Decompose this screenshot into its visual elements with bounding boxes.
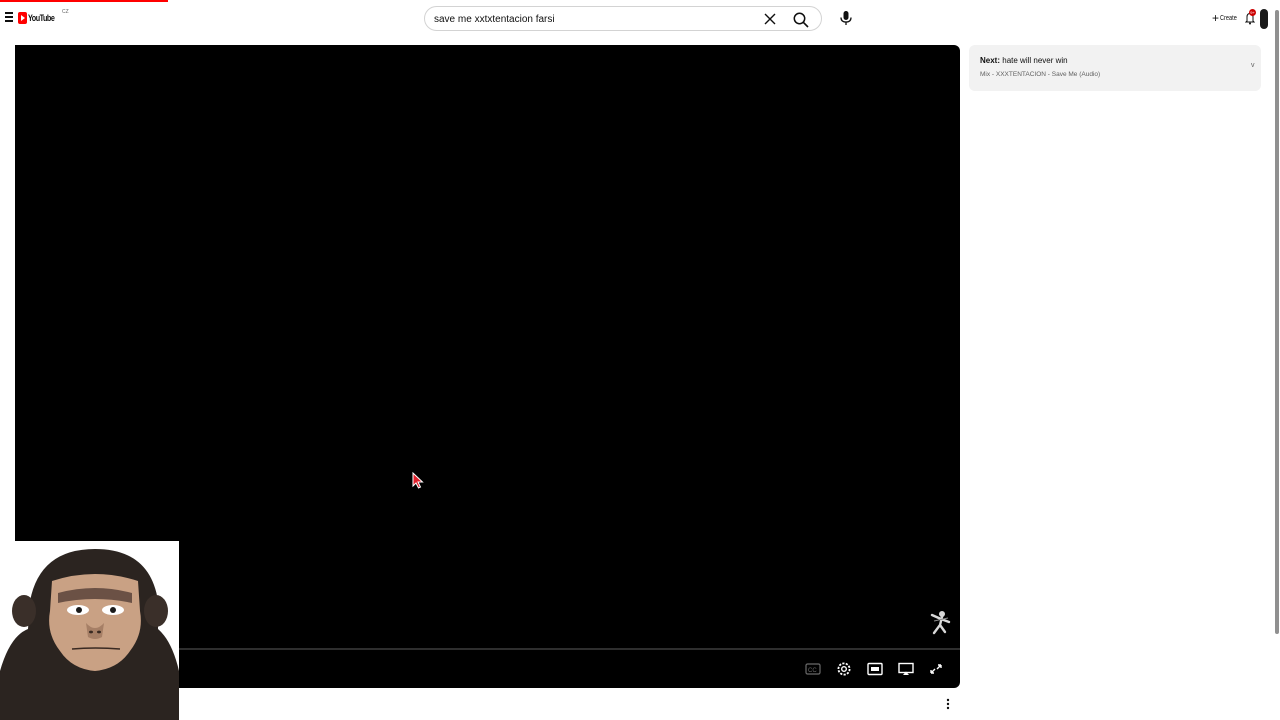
youtube-logo[interactable]: YouTube CZ xyxy=(18,9,69,25)
notification-badge: 9+ xyxy=(1249,9,1256,16)
scrollbar-thumb[interactable] xyxy=(1275,10,1279,634)
search-box[interactable] xyxy=(424,6,822,31)
masthead: YouTube CZ + Create 9+ xyxy=(0,0,1280,40)
svg-text:CC: CC xyxy=(808,668,817,674)
dancing-figure-icon xyxy=(928,609,952,635)
play-logo-icon xyxy=(18,12,27,24)
up-next-subtitle: Mix - XXXTENTACION - Save Me (Audio) xyxy=(980,71,1101,78)
up-next-title: hate will never win xyxy=(1002,56,1068,65)
create-label: Create xyxy=(1220,14,1237,22)
up-next-prefix: Next: xyxy=(980,56,1001,65)
up-next-title-line: Next: hate will never win xyxy=(980,56,1068,65)
search-input[interactable] xyxy=(434,11,754,27)
webcam-overlay xyxy=(0,541,179,720)
country-code: CZ xyxy=(62,9,69,15)
search-icon[interactable] xyxy=(792,11,810,29)
miniplayer-icon[interactable] xyxy=(866,661,884,677)
cast-icon[interactable] xyxy=(897,661,915,677)
mouse-cursor-icon xyxy=(412,471,424,489)
logo-text: YouTube xyxy=(28,13,55,23)
up-next-card[interactable]: Next: hate will never win Mix - XXXTENTA… xyxy=(969,45,1261,91)
expand-chevron-icon[interactable]: v xyxy=(1251,62,1255,69)
subtitles-icon[interactable]: CC xyxy=(804,661,822,677)
fullscreen-icon[interactable] xyxy=(927,661,945,677)
plus-icon: + xyxy=(1212,11,1220,25)
create-button[interactable]: + Create xyxy=(1212,11,1241,25)
menu-icon[interactable] xyxy=(5,12,13,24)
settings-icon[interactable] xyxy=(835,661,853,677)
microphone-icon[interactable] xyxy=(836,8,856,28)
more-options-icon[interactable] xyxy=(942,697,954,711)
clear-search-icon[interactable] xyxy=(762,11,778,27)
avatar[interactable] xyxy=(1260,9,1268,29)
